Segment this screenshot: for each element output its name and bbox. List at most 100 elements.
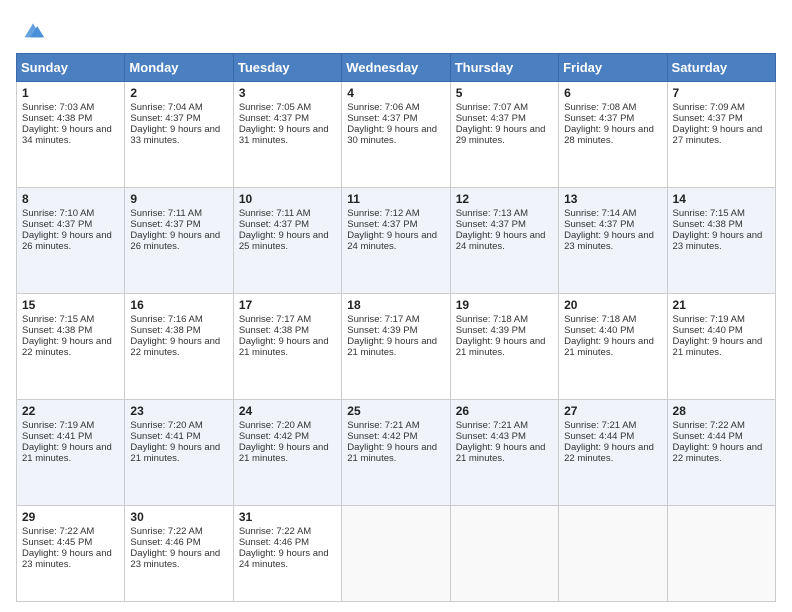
day-number: 16 [130,298,227,312]
calendar-cell: 30Sunrise: 7:22 AMSunset: 4:46 PMDayligh… [125,505,233,601]
day-number: 25 [347,404,444,418]
day-number: 31 [239,510,336,524]
sunrise-text: Sunrise: 7:04 AM [130,102,227,113]
daylight-text: Daylight: 9 hours and 22 minutes. [564,442,661,464]
sunset-text: Sunset: 4:42 PM [239,431,336,442]
calendar-table: SundayMondayTuesdayWednesdayThursdayFrid… [16,53,776,602]
day-number: 4 [347,86,444,100]
sunrise-text: Sunrise: 7:10 AM [22,208,119,219]
calendar-header-thursday: Thursday [450,54,558,82]
sunset-text: Sunset: 4:38 PM [22,325,119,336]
calendar-cell [559,505,667,601]
sunrise-text: Sunrise: 7:12 AM [347,208,444,219]
sunrise-text: Sunrise: 7:21 AM [564,420,661,431]
daylight-text: Daylight: 9 hours and 21 minutes. [22,442,119,464]
sunset-text: Sunset: 4:37 PM [239,219,336,230]
sunrise-text: Sunrise: 7:20 AM [130,420,227,431]
daylight-text: Daylight: 9 hours and 22 minutes. [673,442,770,464]
sunset-text: Sunset: 4:37 PM [564,219,661,230]
daylight-text: Daylight: 9 hours and 23 minutes. [22,548,119,570]
calendar-header-wednesday: Wednesday [342,54,450,82]
daylight-text: Daylight: 9 hours and 29 minutes. [456,124,553,146]
calendar-cell: 18 Sunrise: 7:17 AMSunset: 4:39 PMDayligh… [342,293,450,399]
header [16,12,776,49]
sunset-text: Sunset: 4:37 PM [239,113,336,124]
daylight-text: Daylight: 9 hours and 24 minutes. [347,230,444,252]
daylight-text: Daylight: 9 hours and 21 minutes. [347,442,444,464]
daylight-text: Daylight: 9 hours and 33 minutes. [130,124,227,146]
sunset-text: Sunset: 4:39 PM [347,325,444,336]
day-number: 7 [673,86,770,100]
sunrise-text: Sunrise: 7:07 AM [456,102,553,113]
sunset-text: Sunset: 4:38 PM [673,219,770,230]
calendar-header-tuesday: Tuesday [233,54,341,82]
daylight-text: Daylight: 9 hours and 28 minutes. [564,124,661,146]
sunrise-text: Sunrise: 7:17 AM [347,314,444,325]
daylight-text: Daylight: 9 hours and 34 minutes. [22,124,119,146]
sunset-text: Sunset: 4:40 PM [673,325,770,336]
daylight-text: Daylight: 9 hours and 22 minutes. [22,336,119,358]
page: SundayMondayTuesdayWednesdayThursdayFrid… [0,0,792,612]
calendar-cell: 5Sunrise: 7:07 AMSunset: 4:37 PMDaylight… [450,82,558,188]
day-number: 18 [347,298,444,312]
sunset-text: Sunset: 4:37 PM [564,113,661,124]
calendar-week-row: 8Sunrise: 7:10 AMSunset: 4:37 PMDaylight… [17,187,776,293]
daylight-text: Daylight: 9 hours and 27 minutes. [673,124,770,146]
sunrise-text: Sunrise: 7:09 AM [673,102,770,113]
calendar-cell: 16Sunrise: 7:16 AMSunset: 4:38 PMDayligh… [125,293,233,399]
calendar-header-sunday: Sunday [17,54,125,82]
calendar-cell: 1Sunrise: 7:03 AMSunset: 4:38 PMDaylight… [17,82,125,188]
calendar-cell [342,505,450,601]
day-number: 22 [22,404,119,418]
calendar-cell: 8Sunrise: 7:10 AMSunset: 4:37 PMDaylight… [17,187,125,293]
sunset-text: Sunset: 4:37 PM [673,113,770,124]
sunrise-text: Sunrise: 7:11 AM [130,208,227,219]
calendar-cell: 29Sunrise: 7:22 AMSunset: 4:45 PMDayligh… [17,505,125,601]
day-number: 28 [673,404,770,418]
day-number: 6 [564,86,661,100]
calendar-cell: 6 Sunrise: 7:08 AMSunset: 4:37 PMDaylight… [559,82,667,188]
calendar-cell: 3Sunrise: 7:05 AMSunset: 4:37 PMDaylight… [233,82,341,188]
calendar-cell: 25Sunrise: 7:21 AMSunset: 4:42 PMDayligh… [342,399,450,505]
daylight-text: Daylight: 9 hours and 21 minutes. [673,336,770,358]
sunrise-text: Sunrise: 7:13 AM [456,208,553,219]
sunrise-text: Sunrise: 7:11 AM [239,208,336,219]
sunset-text: Sunset: 4:37 PM [22,219,119,230]
day-number: 9 [130,192,227,206]
calendar-cell [450,505,558,601]
sunrise-text: Sunrise: 7:18 AM [456,314,553,325]
sunrise-text: Sunrise: 7:03 AM [22,102,119,113]
calendar-cell: 31Sunrise: 7:22 AMSunset: 4:46 PMDayligh… [233,505,341,601]
sunset-text: Sunset: 4:37 PM [456,219,553,230]
calendar-week-row: 15Sunrise: 7:15 AMSunset: 4:38 PMDayligh… [17,293,776,399]
calendar-cell: 19Sunrise: 7:18 AMSunset: 4:39 PMDayligh… [450,293,558,399]
sunrise-text: Sunrise: 7:15 AM [673,208,770,219]
daylight-text: Daylight: 9 hours and 23 minutes. [130,548,227,570]
sunrise-text: Sunrise: 7:22 AM [239,526,336,537]
sunrise-text: Sunrise: 7:19 AM [22,420,119,431]
daylight-text: Daylight: 9 hours and 21 minutes. [347,336,444,358]
calendar-cell: 17Sunrise: 7:17 AMSunset: 4:38 PMDayligh… [233,293,341,399]
sunset-text: Sunset: 4:38 PM [130,325,227,336]
daylight-text: Daylight: 9 hours and 24 minutes. [456,230,553,252]
sunset-text: Sunset: 4:40 PM [564,325,661,336]
sunrise-text: Sunrise: 7:18 AM [564,314,661,325]
daylight-text: Daylight: 9 hours and 21 minutes. [239,336,336,358]
calendar-cell: 4Sunrise: 7:06 AMSunset: 4:37 PMDaylight… [342,82,450,188]
sunrise-text: Sunrise: 7:22 AM [673,420,770,431]
daylight-text: Daylight: 9 hours and 21 minutes. [564,336,661,358]
day-number: 1 [22,86,119,100]
sunset-text: Sunset: 4:44 PM [673,431,770,442]
calendar-cell: 2Sunrise: 7:04 AMSunset: 4:37 PMDaylight… [125,82,233,188]
sunset-text: Sunset: 4:42 PM [347,431,444,442]
sunset-text: Sunset: 4:41 PM [22,431,119,442]
sunrise-text: Sunrise: 7:08 AM [564,102,661,113]
calendar-header-friday: Friday [559,54,667,82]
daylight-text: Daylight: 9 hours and 21 minutes. [130,442,227,464]
calendar-cell: 27Sunrise: 7:21 AMSunset: 4:44 PMDayligh… [559,399,667,505]
sunrise-text: Sunrise: 7:14 AM [564,208,661,219]
daylight-text: Daylight: 9 hours and 25 minutes. [239,230,336,252]
calendar-cell: 28 Sunrise: 7:22 AMSunset: 4:44 PMDayligh… [667,399,775,505]
day-number: 5 [456,86,553,100]
logo [16,16,47,49]
